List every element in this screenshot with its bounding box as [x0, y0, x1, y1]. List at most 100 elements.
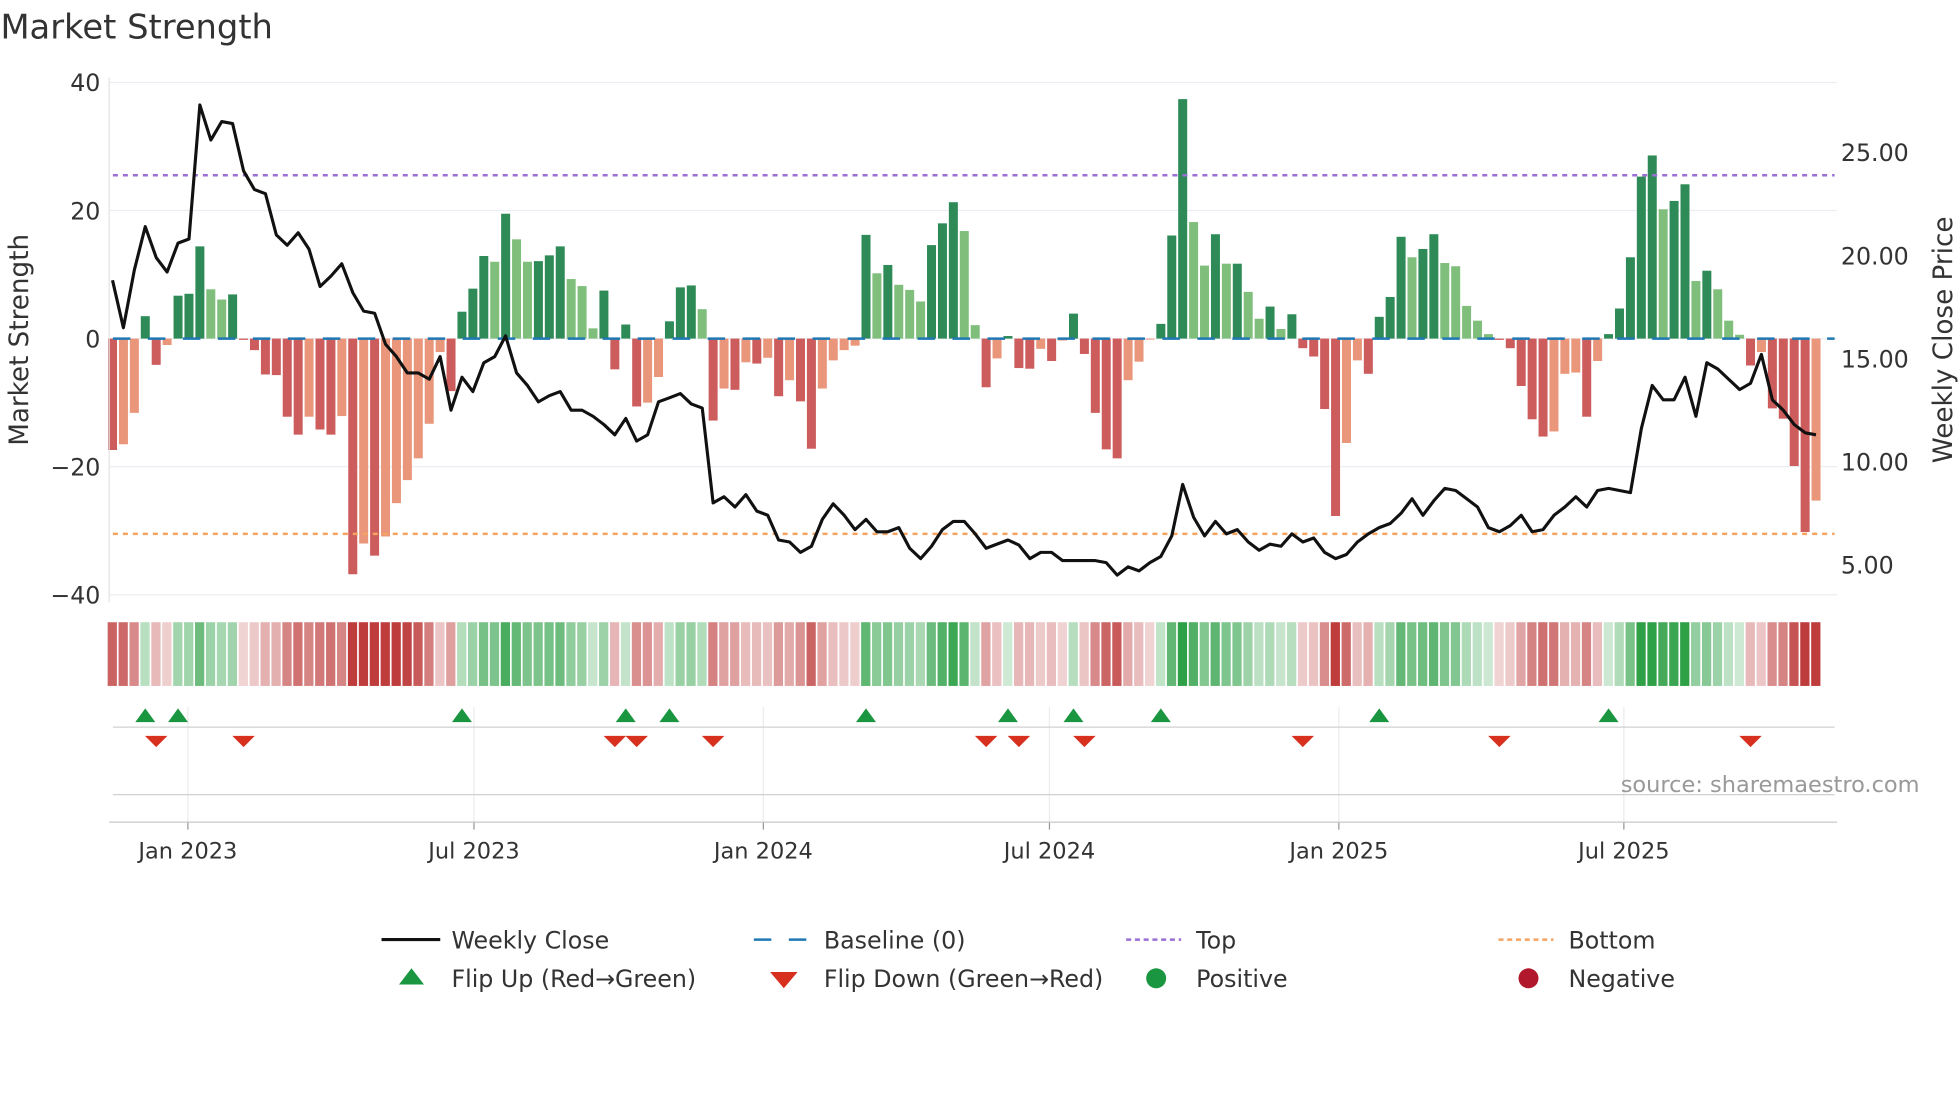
strength-bar	[566, 279, 576, 339]
flip-down-marker	[232, 735, 255, 748]
strength-heat-cell	[468, 622, 478, 686]
strength-heat-cell	[1243, 622, 1253, 686]
strength-bar	[654, 338, 664, 378]
strength-bar	[1232, 263, 1242, 339]
strength-bar	[512, 239, 522, 339]
strength-heat-cell	[1308, 622, 1319, 686]
strength-bar	[359, 338, 369, 544]
flip-up-marker	[1598, 708, 1619, 723]
strength-bar	[686, 285, 696, 339]
strength-heat-cell	[948, 622, 958, 686]
strength-heat-cell	[380, 622, 390, 686]
strength-bar	[435, 338, 445, 353]
strength-bar	[1167, 235, 1177, 339]
flip-down-marker	[1007, 735, 1031, 748]
strength-bar	[1811, 338, 1821, 501]
strength-heat-cell	[719, 622, 729, 686]
strength-heat-cell	[861, 622, 871, 686]
strength-bar	[413, 338, 423, 459]
flip-down-marker	[974, 735, 998, 748]
strength-bar	[370, 338, 380, 556]
x-tick-label: Jul 2025	[1576, 838, 1669, 864]
strength-heat-cell	[1123, 622, 1133, 686]
strength-heat-cell	[1570, 622, 1581, 686]
market-strength-chart: Market Strength Market Strength Weekly C…	[0, 8, 1959, 993]
strength-bar	[774, 338, 784, 397]
strength-bar	[446, 338, 456, 392]
strength-heat-cell	[642, 622, 652, 686]
flip-down-marker	[625, 735, 648, 748]
strength-heat-cell	[151, 622, 161, 686]
strength-heat-cell	[1014, 622, 1024, 686]
strength-bar	[195, 246, 205, 339]
strength-bar	[1549, 338, 1559, 432]
strength-heat-cell	[1297, 622, 1308, 686]
strength-bar	[1298, 338, 1308, 349]
strength-heat-cell	[1691, 622, 1701, 686]
strength-bar	[1221, 263, 1231, 339]
strength-bar	[1287, 314, 1297, 339]
strength-heat-cell	[959, 622, 969, 686]
flip-down-marker	[701, 735, 725, 748]
legend-triangle-down-icon	[770, 972, 798, 989]
strength-bar	[282, 338, 292, 417]
strength-bar	[1025, 338, 1035, 369]
strength-bar	[1309, 338, 1319, 357]
strength-heat-cell	[500, 622, 511, 686]
strength-heat-cell	[1352, 622, 1362, 686]
strength-bar	[1112, 338, 1122, 459]
strength-heat-cell	[1330, 622, 1340, 686]
x-tick-label: Jul 2023	[426, 838, 519, 864]
strength-bar	[1047, 338, 1057, 362]
strength-heat-cell	[1166, 622, 1177, 686]
flip-up-marker	[451, 708, 472, 723]
flip-down-marker	[1488, 735, 1511, 748]
strength-bar	[271, 338, 281, 376]
strength-bar	[1658, 209, 1668, 339]
legend-triangle-up-icon	[399, 968, 425, 985]
strength-bar	[1538, 338, 1548, 437]
strength-bar	[992, 338, 1002, 359]
source-label: source: sharemaestro.com	[1621, 772, 1920, 798]
strength-bar	[1429, 234, 1439, 339]
strength-bar	[1625, 257, 1635, 339]
strength-bar	[228, 294, 238, 339]
strength-bar	[1374, 316, 1384, 339]
strength-heat-cell	[828, 622, 838, 686]
strength-heat-cell	[1385, 622, 1395, 686]
strength-bar	[1079, 338, 1089, 354]
strength-heat-cell	[293, 622, 303, 686]
legend-label: Bottom	[1568, 926, 1655, 954]
strength-heat-cell	[1483, 622, 1493, 686]
strength-bar	[293, 338, 303, 435]
flip-up-marker	[856, 708, 876, 723]
strength-bar	[643, 338, 653, 403]
strength-heat-cell	[1614, 622, 1624, 686]
strength-heat-cell	[413, 622, 423, 686]
y-tick-label: −20	[50, 453, 100, 481]
strength-heat-cell	[1505, 622, 1515, 686]
strength-bar	[1789, 338, 1799, 467]
legend-circle-icon	[1146, 968, 1167, 989]
strength-heat-cell	[1789, 622, 1799, 686]
strength-bar	[173, 295, 183, 339]
strength-bar	[544, 255, 554, 339]
strength-heat-cell	[1701, 622, 1712, 686]
strength-bar	[632, 338, 642, 407]
strength-bar	[817, 338, 827, 389]
strength-bar	[763, 338, 773, 358]
strength-heat-cell	[817, 622, 827, 686]
strength-bar	[1090, 338, 1100, 413]
strength-heat-cell	[1068, 622, 1078, 686]
strength-bar	[533, 261, 543, 339]
strength-bar	[348, 338, 358, 575]
strength-heat-cell	[1134, 622, 1144, 686]
strength-heat-cell	[1035, 622, 1046, 686]
flip-down-marker	[1073, 735, 1096, 748]
strength-heat-cell	[1461, 622, 1471, 686]
strength-bar	[1200, 265, 1210, 339]
strength-bar	[741, 338, 751, 363]
strength-bar	[1276, 328, 1286, 339]
strength-heat-cell	[1592, 622, 1603, 686]
strength-bar	[599, 290, 609, 339]
